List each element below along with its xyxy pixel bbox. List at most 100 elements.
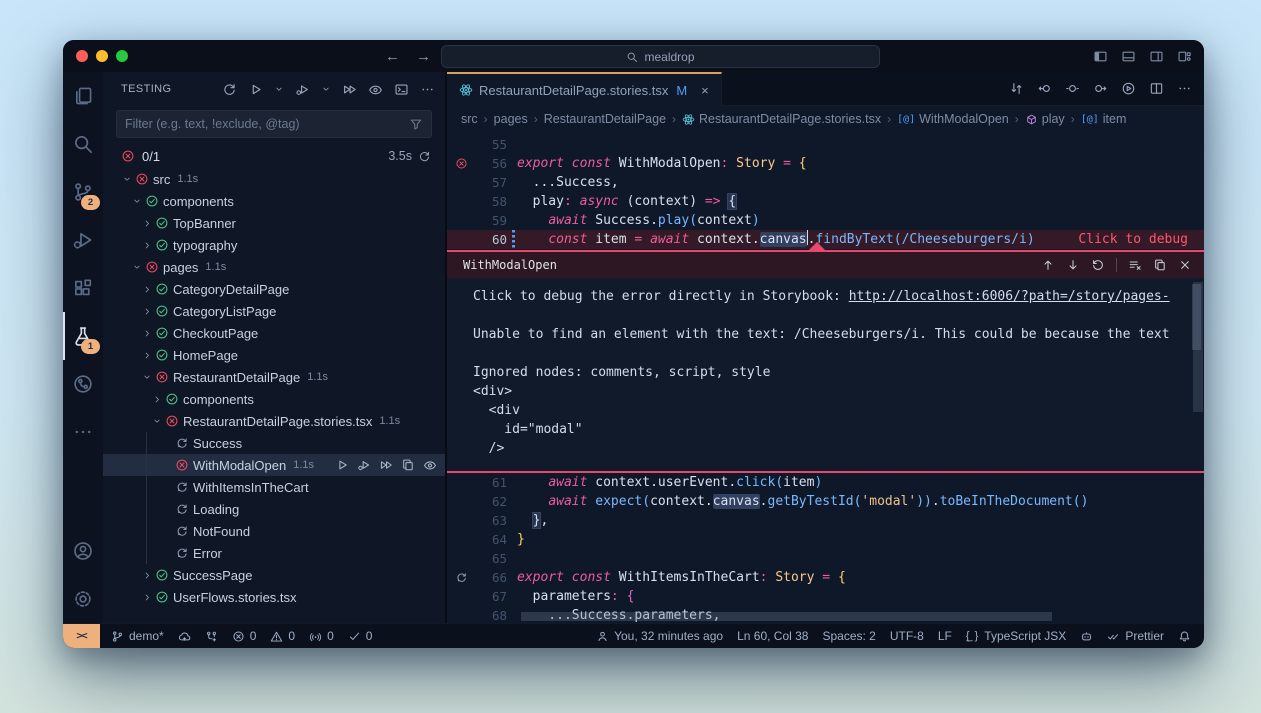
- git-actions-item[interactable]: [205, 630, 218, 643]
- command-center-search[interactable]: mealdrop: [441, 45, 880, 68]
- activity-explorer[interactable]: [63, 72, 103, 120]
- open-changes-icon[interactable]: [1009, 81, 1024, 96]
- problems-warnings[interactable]: 0: [270, 629, 295, 643]
- test-tree-item[interactable]: CategoryDetailPage: [103, 278, 445, 300]
- remote-indicator[interactable]: ><: [63, 624, 100, 648]
- test-tree-item[interactable]: CheckoutPage: [103, 322, 445, 344]
- debug-test-icon[interactable]: [357, 458, 371, 472]
- customize-layout-icon[interactable]: [1177, 49, 1192, 64]
- more-editor-actions-icon[interactable]: [1177, 81, 1192, 96]
- activity-source-control[interactable]: 2: [63, 168, 103, 216]
- language-mode[interactable]: {̲ }TypeScript JSX: [966, 629, 1066, 643]
- breadcrumb-item[interactable]: [@]item: [1081, 112, 1127, 126]
- minimize-window-button[interactable]: [96, 50, 108, 62]
- coverage-test-icon[interactable]: [379, 458, 393, 472]
- toggle-secondary-sidebar-icon[interactable]: [1149, 49, 1164, 64]
- forwarded-ports[interactable]: 0: [309, 629, 334, 643]
- test-tree-item[interactable]: Error: [103, 542, 445, 564]
- test-output-icon[interactable]: [394, 82, 409, 97]
- reveal-test-icon[interactable]: [423, 458, 437, 472]
- twist-icon[interactable]: [139, 350, 155, 361]
- code-line[interactable]: 65: [447, 549, 1204, 568]
- test-tree-item[interactable]: WithItemsInTheCart: [103, 476, 445, 498]
- code-line[interactable]: 59 await Success.play(context): [447, 211, 1204, 230]
- rerun-test-icon[interactable]: [1091, 258, 1105, 272]
- encoding[interactable]: UTF-8: [890, 629, 924, 643]
- toggle-primary-sidebar-icon[interactable]: [1093, 49, 1108, 64]
- clear-results-icon[interactable]: [1128, 258, 1142, 272]
- activity-run-debug[interactable]: [63, 216, 103, 264]
- formatter[interactable]: Prettier: [1107, 629, 1164, 643]
- publish-changes-item[interactable]: [178, 630, 191, 643]
- click-to-debug-link[interactable]: Click to debug: [1078, 230, 1188, 249]
- eol[interactable]: LF: [938, 629, 952, 643]
- tab-restaurantdetailpage-stories[interactable]: RestaurantDetailPage.stories.tsx M ×: [447, 72, 722, 106]
- breadcrumb-item[interactable]: play: [1025, 112, 1065, 126]
- test-tree-item[interactable]: pages1.1s: [103, 256, 445, 278]
- twist-icon[interactable]: [149, 394, 165, 405]
- twist-icon[interactable]: [129, 262, 145, 272]
- twist-icon[interactable]: [139, 372, 155, 382]
- code-line[interactable]: 67 parameters: {: [447, 587, 1204, 606]
- test-tree-item[interactable]: UserFlows.stories.tsx: [103, 586, 445, 608]
- code-line[interactable]: 55: [447, 135, 1204, 154]
- breadcrumb-item[interactable]: src: [461, 112, 478, 126]
- breadcrumb-item[interactable]: [@]WithModalOpen: [897, 112, 1009, 126]
- twist-icon[interactable]: [119, 174, 135, 184]
- indentation[interactable]: Spaces: 2: [822, 629, 875, 643]
- nav-back-icon[interactable]: ←: [385, 48, 400, 65]
- test-tree-item[interactable]: RestaurantDetailPage.stories.tsx1.1s: [103, 410, 445, 432]
- activity-gitlens[interactable]: [63, 360, 103, 408]
- test-tree-item[interactable]: typography: [103, 234, 445, 256]
- activity-testing[interactable]: 1: [63, 312, 103, 360]
- git-branch-item[interactable]: demo*: [111, 629, 164, 643]
- run-chevron-icon[interactable]: [274, 84, 284, 94]
- previous-message-icon[interactable]: [1041, 258, 1055, 272]
- code-line[interactable]: 58 play: async (context) => {: [447, 192, 1204, 211]
- test-tree-item[interactable]: Success: [103, 432, 445, 454]
- filter-icon[interactable]: [409, 117, 423, 131]
- code-line[interactable]: 63 },: [447, 511, 1204, 530]
- cursor-position[interactable]: Ln 60, Col 38: [737, 629, 808, 643]
- test-tree-item[interactable]: SuccessPage: [103, 564, 445, 586]
- nav-forward-icon[interactable]: →: [416, 48, 431, 65]
- problems-errors[interactable]: 0: [232, 629, 257, 643]
- refresh-tests-icon[interactable]: [222, 82, 237, 97]
- zoom-window-button[interactable]: [116, 50, 128, 62]
- breadcrumb-item[interactable]: RestaurantDetailPage: [544, 112, 666, 126]
- twist-icon[interactable]: [139, 240, 155, 251]
- copy-message-icon[interactable]: [1153, 258, 1167, 272]
- code-line[interactable]: 60 const item = await context.canvas.fin…: [447, 230, 1204, 249]
- code-line[interactable]: 64}: [447, 530, 1204, 549]
- test-tree-item[interactable]: WithModalOpen1.1s: [103, 454, 445, 476]
- horizontal-scrollbar[interactable]: [521, 612, 1052, 621]
- activity-more-views[interactable]: [63, 408, 103, 456]
- toggle-panel-icon[interactable]: [1121, 49, 1136, 64]
- close-window-button[interactable]: [76, 50, 88, 62]
- split-editor-icon[interactable]: [1149, 81, 1164, 96]
- twist-icon[interactable]: [139, 592, 155, 603]
- run-with-coverage-icon[interactable]: [342, 82, 357, 97]
- activity-search[interactable]: [63, 120, 103, 168]
- run-or-debug-icon[interactable]: [1121, 81, 1136, 96]
- twist-icon[interactable]: [129, 196, 145, 206]
- test-tree-item[interactable]: components: [103, 388, 445, 410]
- previous-change-icon[interactable]: [1037, 81, 1052, 96]
- code-line[interactable]: 62 await expect(context.canvas.getByTest…: [447, 492, 1204, 511]
- more-actions-icon[interactable]: [420, 82, 435, 97]
- storybook-link[interactable]: http://localhost:6006/?path=/story/pages…: [849, 289, 1170, 304]
- code-editor[interactable]: 5556export const WithModalOpen: Story = …: [447, 132, 1204, 623]
- checks-item[interactable]: 0: [348, 629, 373, 643]
- twist-icon[interactable]: [149, 416, 165, 426]
- git-blame-item[interactable]: You, 32 minutes ago: [596, 629, 723, 643]
- breadcrumb-item[interactable]: RestaurantDetailPage.stories.tsx: [682, 112, 881, 126]
- test-tree-item[interactable]: RestaurantDetailPage1.1s: [103, 366, 445, 388]
- breadcrumb-item[interactable]: pages: [494, 112, 528, 126]
- rerun-icon[interactable]: [418, 150, 431, 163]
- go-to-test-icon[interactable]: [401, 458, 415, 472]
- debug-chevron-icon[interactable]: [321, 84, 331, 94]
- watch-tests-icon[interactable]: [368, 82, 383, 97]
- code-line[interactable]: 56export const WithModalOpen: Story = {: [447, 154, 1204, 173]
- code-line[interactable]: 61 await context.userEvent.click(item): [447, 473, 1204, 492]
- copilot-status[interactable]: [1080, 630, 1093, 643]
